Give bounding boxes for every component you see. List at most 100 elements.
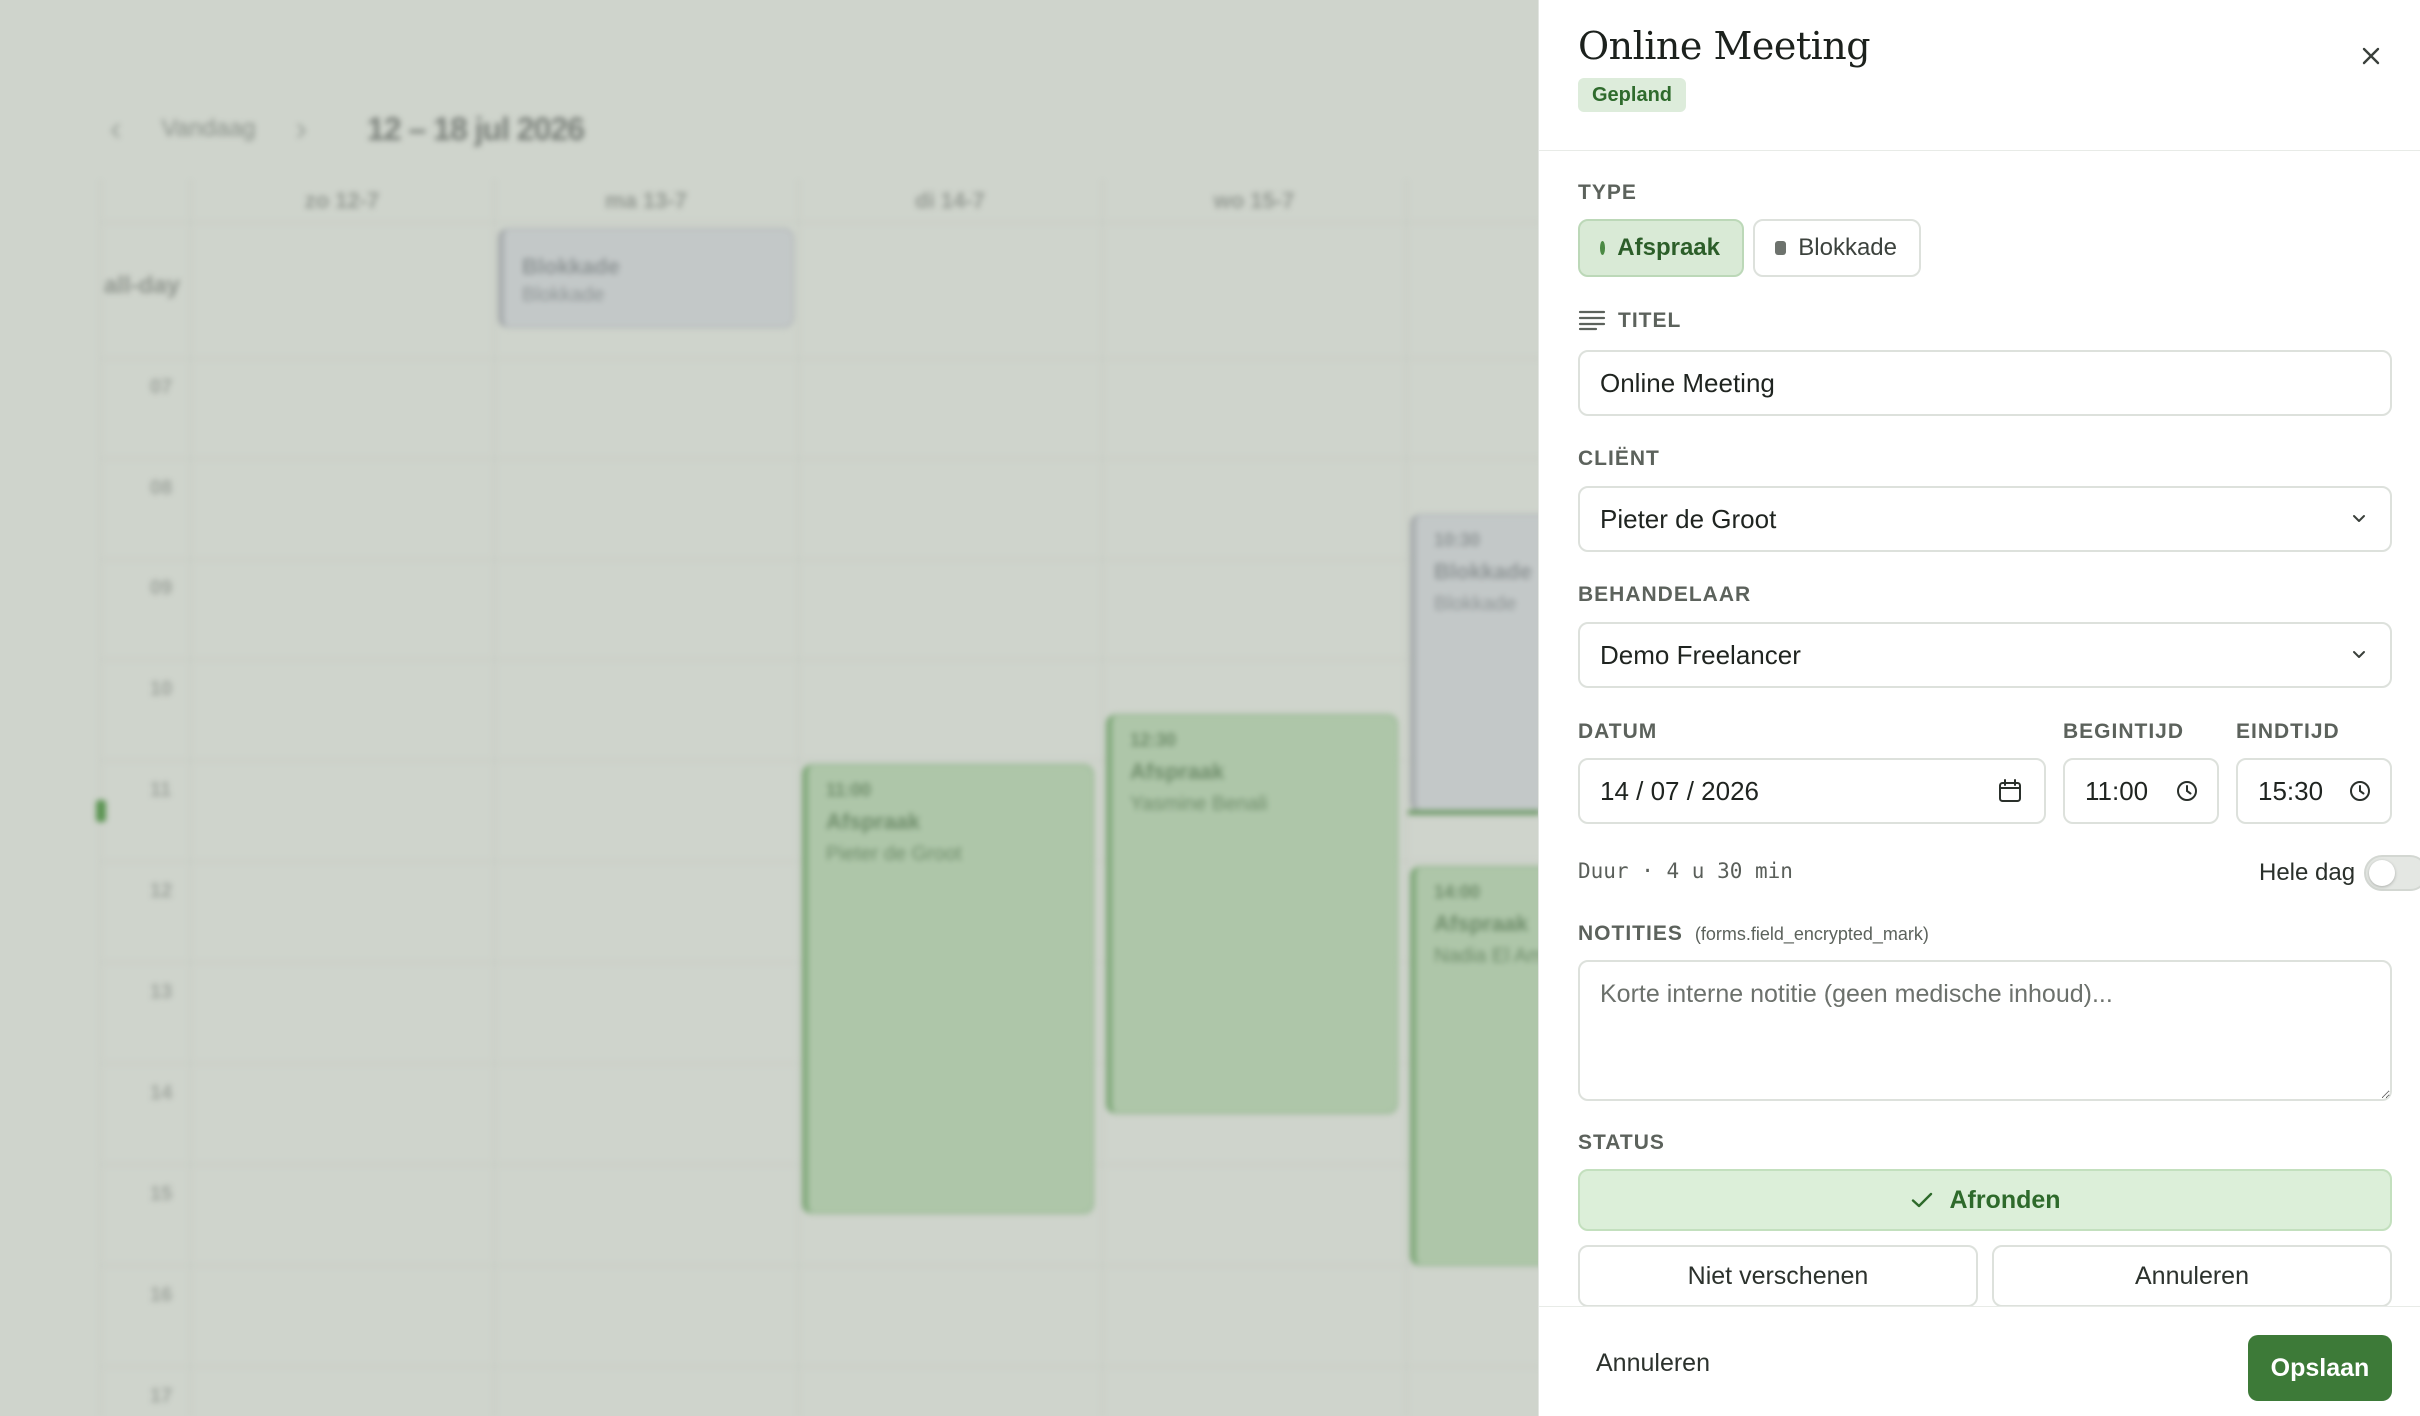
- hour-label: 09: [150, 577, 173, 599]
- day-header: di 14-7: [915, 188, 985, 213]
- event-title: Blokkade: [522, 254, 620, 279]
- title-input-value: Online Meeting: [1600, 367, 1775, 398]
- calendar-event: 14:00 Afspraak Nadia El Am: [1410, 866, 1540, 1266]
- datum-label: DATUM: [1578, 720, 1658, 743]
- event-title: Afspraak: [1130, 759, 1225, 784]
- drawer-footer: Annuleren Opslaan: [1539, 1306, 2420, 1416]
- day-header: ma 13-7: [605, 188, 687, 213]
- event-time: 12:30: [1130, 730, 1177, 750]
- grid-line: [100, 1366, 1540, 1367]
- event-client: Nadia El Am: [1434, 945, 1540, 967]
- text-lines-icon: [1578, 310, 1606, 331]
- titel-label: TITEL: [1618, 309, 1682, 332]
- type-label: TYPE: [1578, 181, 1637, 204]
- practitioner-select[interactable]: Demo Freelancer: [1578, 622, 2392, 688]
- check-icon: [1912, 1192, 1933, 1208]
- event-client: Yasmine Benali: [1130, 793, 1268, 815]
- day-header: zo 12-7: [304, 188, 380, 213]
- event-client: Pieter de Groot: [826, 843, 962, 865]
- event-time: 10:30: [1434, 530, 1481, 550]
- grid-line: [100, 180, 101, 1416]
- event-client: Blokkade: [1434, 593, 1517, 615]
- event-client: Blokkade: [522, 284, 605, 306]
- grid-line: [100, 659, 1540, 660]
- grid-line: [100, 458, 1540, 459]
- hour-label: 15: [150, 1183, 173, 1205]
- dot-icon: [1600, 241, 1606, 255]
- event-title: Afspraak: [1434, 911, 1529, 936]
- start-time-value: 11:00: [2085, 775, 2149, 806]
- hour-label: 14: [150, 1082, 173, 1104]
- square-icon: [1775, 241, 1787, 255]
- end-time-value: 15:30: [2258, 775, 2324, 806]
- status-label: STATUS: [1578, 1131, 1665, 1154]
- client-select-value: Pieter de Groot: [1600, 503, 1777, 534]
- hour-label: 13: [150, 981, 173, 1003]
- hour-label: 16: [150, 1284, 173, 1306]
- type-option-blokkade[interactable]: Blokkade: [1753, 219, 1921, 277]
- cancel-button[interactable]: Annuleren: [1578, 1335, 1728, 1391]
- day-header: wo 15-7: [1213, 188, 1295, 213]
- chevron-down-icon: [2353, 515, 2365, 522]
- notes-textarea[interactable]: [1578, 960, 2392, 1101]
- hour-label: 11: [150, 779, 172, 801]
- next-week-button: ›: [295, 109, 307, 148]
- complete-button[interactable]: Afronden: [1578, 1169, 2392, 1231]
- event-title: Blokkade: [1434, 559, 1532, 584]
- save-button[interactable]: Opslaan: [2248, 1335, 2392, 1401]
- date-input-value: 14 / 07 / 2026: [1600, 775, 1760, 806]
- now-indicator: [1408, 810, 1540, 815]
- calendar-event: 10:30 Blokkade Blokkade: [1410, 514, 1540, 812]
- appointment-drawer: Online Meeting Gepland TYPE Afspraak Blo…: [1538, 0, 2420, 1416]
- type-option-label: Afspraak: [1617, 234, 1720, 261]
- date-input[interactable]: 14 / 07 / 2026: [1578, 758, 2046, 824]
- status-badge: Gepland: [1578, 78, 1687, 112]
- type-option-label: Blokkade: [1798, 234, 1897, 261]
- drawer-title: Online Meeting: [1578, 24, 1871, 68]
- calendar-event: Blokkade Blokkade: [498, 228, 794, 328]
- client-select[interactable]: Pieter de Groot: [1578, 486, 2392, 552]
- close-button[interactable]: [2353, 38, 2389, 74]
- today-button: Vandaag: [161, 115, 256, 142]
- clock-icon[interactable]: [2173, 777, 2201, 805]
- calendar-event: 12:30 Afspraak Yasmine Benali: [1106, 714, 1398, 1114]
- hour-label: 17: [150, 1385, 173, 1407]
- chevron-down-icon: [2353, 651, 2365, 658]
- encrypted-mark: (forms.field_encrypted_mark): [1694, 924, 1929, 944]
- grid-line: [100, 358, 1540, 359]
- type-option-afspraak[interactable]: Afspraak: [1578, 219, 1744, 277]
- title-input[interactable]: Online Meeting: [1578, 350, 2392, 416]
- prev-week-button: ‹: [110, 109, 122, 148]
- start-time-input[interactable]: 11:00: [2063, 758, 2219, 824]
- practitioner-select-value: Demo Freelancer: [1600, 639, 1801, 670]
- grid-line: [100, 222, 1540, 223]
- grid-line: [100, 1265, 1540, 1266]
- grid-line: [1406, 180, 1407, 1416]
- notities-label-text: NOTITIES: [1578, 922, 1683, 945]
- toggle-knob: [2369, 860, 2395, 886]
- hour-label: 12: [150, 880, 173, 902]
- end-time-input[interactable]: 15:30: [2236, 758, 2392, 824]
- close-icon: [2362, 47, 2380, 65]
- complete-button-label: Afronden: [1949, 1185, 2061, 1214]
- grid-line: [100, 559, 1540, 560]
- event-title: Afspraak: [826, 809, 921, 834]
- all-day-toggle[interactable]: [2364, 855, 2420, 891]
- cancel-appointment-button[interactable]: Annuleren: [1992, 1245, 2392, 1307]
- no-show-button[interactable]: Niet verschenen: [1578, 1245, 1978, 1307]
- day-header: do: [1406, 180, 1540, 222]
- duration-text: Duur · 4 u 30 min: [1578, 859, 1793, 883]
- calendar-backdrop: ‹ Vandaag › 12 – 18 jul 2026 zo 12-7 ma …: [0, 0, 1540, 1416]
- client-label: CLIËNT: [1578, 447, 1660, 470]
- begintijd-label: BEGINTIJD: [2063, 720, 2185, 743]
- behandelaar-label: BEHANDELAAR: [1578, 583, 1752, 606]
- calendar-event: 11:00 Afspraak Pieter de Groot: [802, 764, 1094, 1214]
- grid-line: [798, 180, 799, 1416]
- now-indicator-dot: [96, 800, 106, 822]
- event-time: 11:00: [826, 780, 872, 800]
- event-time: 14:00: [1434, 882, 1481, 902]
- grid-line: [190, 180, 191, 1416]
- clock-icon[interactable]: [2346, 777, 2374, 805]
- calendar-icon[interactable]: [1996, 777, 2024, 805]
- hour-label: 07: [150, 376, 173, 398]
